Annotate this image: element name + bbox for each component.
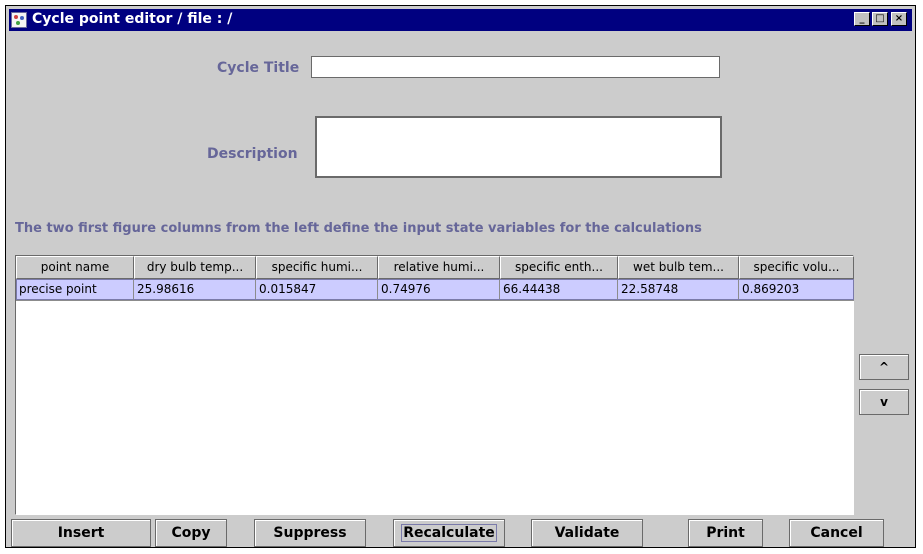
- suppress-button[interactable]: Suppress: [254, 519, 366, 547]
- move-up-button[interactable]: ^: [859, 354, 909, 380]
- move-up-label: ^: [878, 360, 890, 374]
- print-button[interactable]: Print: [688, 519, 763, 547]
- table-header: point name dry bulb temp... specific hum…: [16, 256, 854, 279]
- description-textarea[interactable]: [315, 116, 722, 178]
- column-header-specific-enthalpy[interactable]: specific enth...: [500, 256, 618, 279]
- recalculate-button[interactable]: Recalculate: [393, 519, 505, 547]
- cell-specific-enthalpy[interactable]: 66.44438: [500, 279, 618, 301]
- window-title: Cycle point editor / file : /: [32, 11, 233, 27]
- cell-point-name[interactable]: precise point: [16, 279, 134, 301]
- maximize-button[interactable]: □: [872, 12, 888, 26]
- cell-specific-humidity[interactable]: 0.015847: [256, 279, 378, 301]
- column-header-point-name[interactable]: point name: [16, 256, 134, 279]
- validate-button[interactable]: Validate: [531, 519, 643, 547]
- move-down-button[interactable]: v: [859, 389, 909, 415]
- cancel-button[interactable]: Cancel: [789, 519, 884, 547]
- recalculate-label: Recalculate: [401, 524, 497, 542]
- column-header-dry-bulb-temp[interactable]: dry bulb temp...: [134, 256, 256, 279]
- cell-dry-bulb-temp[interactable]: 25.98616: [134, 279, 256, 301]
- minimize-button[interactable]: _: [854, 12, 870, 26]
- move-down-label: v: [880, 395, 888, 409]
- maximize-icon: □: [875, 13, 885, 24]
- title-bar[interactable]: Cycle point editor / file : / _ □ ×: [9, 9, 912, 31]
- column-header-relative-humidity[interactable]: relative humi...: [378, 256, 500, 279]
- cycle-title-input[interactable]: [311, 56, 720, 78]
- cycle-point-editor-window: Cycle point editor / file : / _ □ × Cycl…: [5, 5, 916, 548]
- cell-specific-volume[interactable]: 0.869203: [739, 279, 854, 301]
- cycle-title-label: Cycle Title: [217, 60, 300, 76]
- insert-button[interactable]: Insert: [11, 519, 151, 547]
- cell-wet-bulb-temp[interactable]: 22.58748: [618, 279, 739, 301]
- description-label: Description: [207, 146, 298, 162]
- column-header-specific-volume[interactable]: specific volu...: [739, 256, 854, 279]
- close-icon: ×: [894, 13, 904, 24]
- close-button[interactable]: ×: [891, 12, 907, 26]
- table-row[interactable]: precise point 25.98616 0.015847 0.74976 …: [16, 279, 854, 301]
- column-header-specific-humidity[interactable]: specific humi...: [256, 256, 378, 279]
- cell-relative-humidity[interactable]: 0.74976: [378, 279, 500, 301]
- minimize-icon: _: [859, 13, 865, 24]
- points-table[interactable]: point name dry bulb temp... specific hum…: [15, 255, 854, 515]
- java-app-icon: [11, 12, 27, 28]
- copy-button[interactable]: Copy: [155, 519, 227, 547]
- column-header-wet-bulb-temp[interactable]: wet bulb tem...: [618, 256, 739, 279]
- info-text: The two first figure columns from the le…: [15, 221, 702, 236]
